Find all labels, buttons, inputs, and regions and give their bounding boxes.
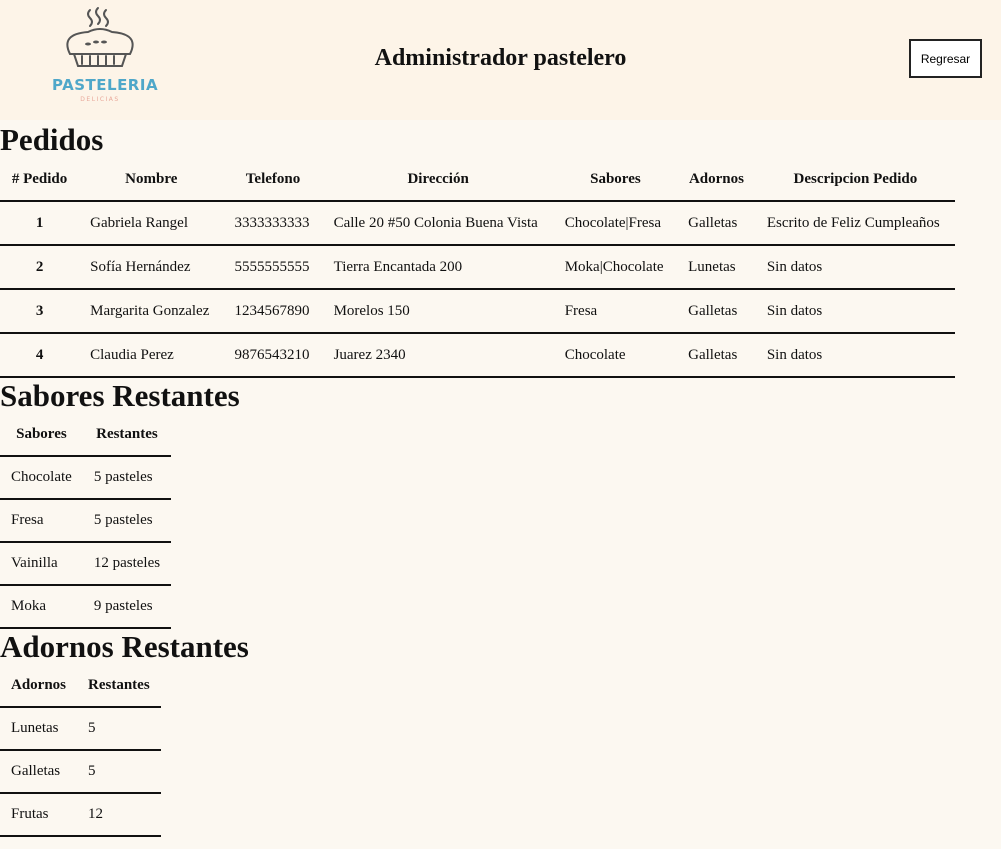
cell-sabores: Chocolate — [553, 333, 678, 378]
cell-sabor: Vainilla — [0, 542, 83, 586]
column-header-nombre: Nombre — [79, 158, 224, 202]
cell-nombre: Sofía Hernández — [79, 245, 224, 290]
cell-telefono: 3333333333 — [223, 201, 323, 246]
cell-pedido: 2 — [0, 245, 80, 290]
header: PASTELERIA DELICIAS Administrador pastel… — [0, 0, 1001, 120]
cell-pedido: 3 — [0, 289, 80, 334]
table-header-row: Adornos Restantes — [0, 665, 161, 708]
cell-restantes: 9 pasteles — [82, 585, 172, 629]
cell-sabor: Moka — [0, 585, 83, 629]
sabores-section: Sabores Restantes Sabores Restantes Choc… — [0, 378, 1001, 629]
table-row: Moka 9 pasteles — [0, 585, 172, 629]
cell-sabores: Fresa — [553, 289, 678, 334]
adornos-section: Adornos Restantes Adornos Restantes Lune… — [0, 629, 1001, 837]
cell-descripcion: Escrito de Feliz Cumpleaños — [755, 201, 955, 246]
cell-restantes: 5 pasteles — [82, 456, 172, 500]
cell-adornos: Galletas — [677, 289, 756, 334]
column-header-restantes: Restantes — [82, 414, 172, 457]
pedidos-title: Pedidos — [0, 122, 104, 157]
column-header-adornos: Adornos — [0, 665, 78, 708]
cell-adorno: Lunetas — [0, 707, 78, 751]
table-row: 1 Gabriela Rangel 3333333333 Calle 20 #5… — [0, 201, 955, 246]
cell-telefono: 9876543210 — [223, 333, 323, 378]
cell-adornos: Lunetas — [677, 245, 756, 290]
pedidos-section: Pedidos # Pedido Nombre Telefono Direcci… — [0, 122, 1001, 378]
cell-restantes: 5 — [77, 707, 161, 751]
page-title: Administrador pastelero — [374, 45, 627, 71]
sabores-table: Sabores Restantes Chocolate 5 pasteles F… — [0, 414, 172, 629]
adornos-table: Adornos Restantes Lunetas 5 Galletas 5 F… — [0, 665, 161, 837]
cell-pedido: 1 — [0, 201, 80, 246]
cell-telefono: 5555555555 — [223, 245, 323, 290]
cell-descripcion: Sin datos — [755, 245, 955, 290]
column-header-restantes: Restantes — [77, 665, 161, 708]
cell-restantes: 12 pasteles — [82, 542, 172, 586]
table-row: Chocolate 5 pasteles — [0, 456, 172, 500]
logo-text: PASTELERIA — [52, 76, 159, 94]
column-header-direccion: Dirección — [322, 158, 554, 202]
table-row: Fresa 5 pasteles — [0, 499, 172, 543]
cell-adorno: Frutas — [0, 793, 78, 837]
column-header-pedido: # Pedido — [0, 158, 80, 202]
cell-restantes: 5 — [77, 750, 161, 794]
cell-restantes: 12 — [77, 793, 161, 837]
cell-nombre: Margarita Gonzalez — [79, 289, 224, 334]
cell-direccion: Juarez 2340 — [322, 333, 554, 378]
cell-adornos: Galletas — [677, 201, 756, 246]
cell-pedido: 4 — [0, 333, 80, 378]
table-row: Galletas 5 — [0, 750, 161, 794]
table-row: Lunetas 5 — [0, 707, 161, 751]
cell-nombre: Claudia Perez — [79, 333, 224, 378]
table-row: 3 Margarita Gonzalez 1234567890 Morelos … — [0, 289, 955, 334]
sabores-title: Sabores Restantes — [0, 378, 240, 413]
cell-telefono: 1234567890 — [223, 289, 323, 334]
logo-subtext: DELICIAS — [80, 96, 120, 103]
cell-restantes: 5 pasteles — [82, 499, 172, 543]
table-row: Vainilla 12 pasteles — [0, 542, 172, 586]
cell-adornos: Galletas — [677, 333, 756, 378]
column-header-telefono: Telefono — [223, 158, 323, 202]
cell-descripcion: Sin datos — [755, 289, 955, 334]
cell-direccion: Calle 20 #50 Colonia Buena Vista — [322, 201, 554, 246]
cell-adorno: Galletas — [0, 750, 78, 794]
cell-sabores: Moka|Chocolate — [553, 245, 678, 290]
column-header-sabores: Sabores — [553, 158, 678, 202]
cell-sabor: Fresa — [0, 499, 83, 543]
table-row: 2 Sofía Hernández 5555555555 Tierra Enca… — [0, 245, 955, 290]
cell-nombre: Gabriela Rangel — [79, 201, 224, 246]
cell-direccion: Tierra Encantada 200 — [322, 245, 554, 290]
table-row: 4 Claudia Perez 9876543210 Juarez 2340 C… — [0, 333, 955, 378]
cell-direccion: Morelos 150 — [322, 289, 554, 334]
pedidos-table: # Pedido Nombre Telefono Dirección Sabor… — [0, 158, 955, 378]
column-header-sabores: Sabores — [0, 414, 83, 457]
table-row: Frutas 12 — [0, 793, 161, 837]
column-header-adornos: Adornos — [677, 158, 756, 202]
column-header-descripcion: Descripcion Pedido — [755, 158, 955, 202]
cell-descripcion: Sin datos — [755, 333, 955, 378]
adornos-title: Adornos Restantes — [0, 629, 249, 664]
table-header-row: Sabores Restantes — [0, 414, 172, 457]
cell-sabores: Chocolate|Fresa — [553, 201, 678, 246]
back-button[interactable]: Regresar — [909, 39, 982, 78]
cell-sabor: Chocolate — [0, 456, 83, 500]
table-header-row: # Pedido Nombre Telefono Dirección Sabor… — [0, 158, 955, 202]
